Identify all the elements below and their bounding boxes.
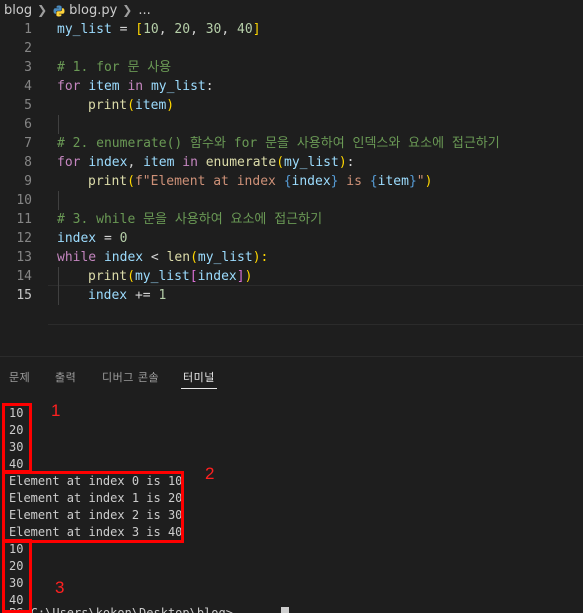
line-number: 2	[24, 41, 32, 56]
breadcrumb-folder[interactable]: blog	[4, 3, 32, 18]
code-editor[interactable]: 1 2 3 4 5 6 7 8 9 10 11 12 13 14 15 my_l…	[0, 20, 583, 356]
terminal-prompt: PS C:\Users\kokon\Desktop\blog>	[9, 606, 241, 613]
panel-tab-bar: 문제 출력 디버그 콘솔 터미널	[0, 357, 583, 391]
code-comment: # 1. for 문 사용	[57, 60, 172, 75]
breadcrumb: blog ❯ blog.py ❯ ...	[0, 0, 583, 20]
code-line-14: print(my_list[index])	[88, 269, 253, 284]
code-line-1: my_list = [10, 20, 30, 40]	[57, 22, 261, 37]
terminal[interactable]: 10 20 30 40 Element at index 0 is 10 Ele…	[0, 391, 583, 613]
line-number: 10	[16, 193, 32, 208]
annotation-box-3	[2, 539, 32, 613]
chevron-right-icon: ❯	[122, 3, 133, 17]
code-line-5: print(item)	[88, 98, 175, 113]
code-line-8: for index, item in enumerate(my_list):	[57, 155, 355, 170]
tab-terminal[interactable]: 터미널	[183, 369, 215, 385]
annotation-box-2	[2, 471, 184, 543]
code-line-15: index += 1	[88, 288, 167, 303]
annotation-label-1: 1	[51, 401, 61, 420]
code-line-4: for item in my_list:	[57, 79, 214, 94]
python-file-icon	[53, 5, 65, 17]
breadcrumb-more[interactable]: ...	[138, 3, 150, 18]
code-comment: # 2. enumerate() 함수와 for 문을 사용하여 인덱스와 요소…	[57, 136, 500, 151]
annotation-label-3: 3	[55, 578, 65, 597]
chevron-right-icon: ❯	[37, 3, 48, 17]
line-number: 6	[24, 117, 32, 132]
active-tab-indicator	[181, 388, 217, 389]
annotation-box-1	[2, 403, 32, 473]
annotation-label-2: 2	[205, 464, 215, 483]
tab-problems[interactable]: 문제	[9, 369, 30, 385]
code-line-9: print(f"Element at index {index} is {ite…	[88, 174, 433, 189]
code-line-12: index = 0	[57, 231, 128, 246]
tab-debug-console[interactable]: 디버그 콘솔	[102, 369, 159, 385]
terminal-cursor	[281, 607, 289, 613]
tab-output[interactable]: 출력	[55, 369, 76, 385]
code-line-13: while index < len(my_list):	[57, 250, 269, 265]
breadcrumb-file[interactable]: blog.py	[69, 3, 117, 18]
code-comment: # 3. while 문을 사용하여 요소에 접근하기	[57, 212, 323, 227]
